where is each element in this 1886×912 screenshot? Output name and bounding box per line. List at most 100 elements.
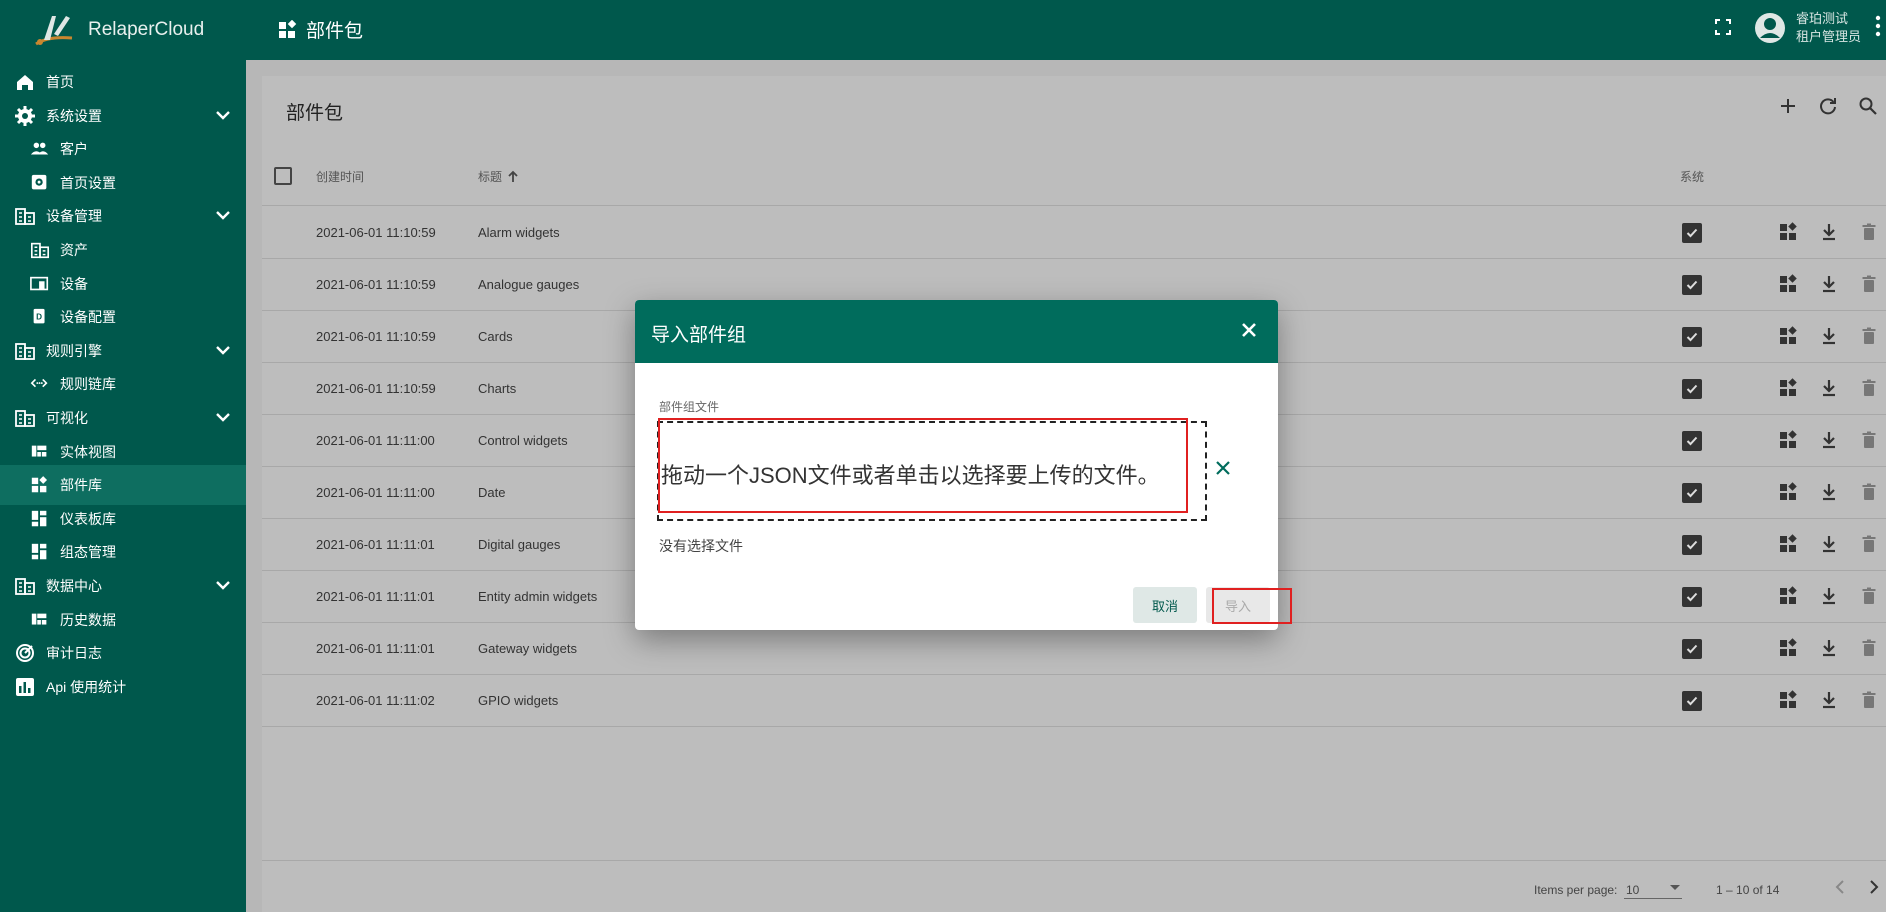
sidebar-item-label: 首页: [46, 74, 74, 90]
open-widgets-icon[interactable]: [1778, 533, 1800, 555]
delete-icon[interactable]: [1858, 481, 1880, 503]
clear-file-icon[interactable]: [1213, 458, 1233, 478]
delete-icon[interactable]: [1858, 637, 1880, 659]
devices-icon: [30, 276, 49, 290]
system-checkbox: [1682, 379, 1702, 399]
home-icon: [17, 75, 33, 90]
table-header: 创建时间 标题 系统: [262, 146, 1886, 206]
open-widgets-icon[interactable]: [1778, 325, 1800, 347]
page-header-title: 部件包: [306, 21, 364, 42]
domain-icon: [14, 340, 36, 362]
delete-icon[interactable]: [1858, 533, 1880, 555]
delete-icon[interactable]: [1858, 273, 1880, 295]
sidebar-item-label: 部件库: [60, 477, 102, 494]
download-icon[interactable]: [1818, 481, 1840, 503]
download-icon[interactable]: [1818, 533, 1840, 555]
page-header: 部件包: [278, 16, 363, 43]
cell-title: Date: [478, 485, 506, 500]
chevron-left-icon[interactable]: [1830, 877, 1850, 897]
column-title[interactable]: 标题: [478, 168, 520, 185]
download-icon[interactable]: [1818, 689, 1840, 711]
sidebar-item-label: 实体视图: [60, 443, 116, 460]
system-checkbox: [1682, 639, 1702, 659]
cell-created: 2021-06-01 11:11:02: [316, 693, 435, 708]
import-widget-bundle-dialog: 导入部件组 部件组文件 拖动一个JSON文件或者单击以选择要上传的文件。 没有选…: [635, 300, 1278, 630]
device-profile-icon: D: [33, 309, 45, 324]
cell-created: 2021-06-01 11:11:00: [316, 433, 435, 448]
logo-mark-icon: [35, 16, 73, 46]
track-changes-icon: [14, 642, 36, 664]
chevron-down-icon[interactable]: [212, 574, 234, 596]
open-widgets-icon[interactable]: [1778, 481, 1800, 503]
check-icon: [1686, 488, 1698, 498]
domain-icon: [14, 205, 36, 227]
delete-icon[interactable]: [1858, 221, 1880, 243]
page-range: 1 – 10 of 14: [1716, 883, 1780, 897]
table-row[interactable]: 2021-06-01 11:10:59 Alarm widgets: [262, 207, 1886, 259]
delete-icon[interactable]: [1858, 325, 1880, 347]
gear-icon: [15, 105, 35, 126]
open-widgets-icon[interactable]: [1778, 221, 1800, 243]
delete-icon[interactable]: [1858, 429, 1880, 451]
user-info[interactable]: 睿珀测试 租户管理员: [1796, 10, 1861, 46]
table-row[interactable]: 2021-06-01 11:11:01 Gateway widgets: [262, 623, 1886, 675]
sidebar-item-label: 资产: [60, 242, 88, 258]
delete-icon[interactable]: [1858, 585, 1880, 607]
more-vert-icon[interactable]: [1874, 14, 1882, 38]
cell-title: Charts: [478, 381, 517, 396]
select-all-checkbox[interactable]: [274, 167, 292, 185]
cell-created: 2021-06-01 11:10:59: [316, 277, 436, 292]
fullscreen-icon[interactable]: [1714, 18, 1732, 36]
download-icon[interactable]: [1818, 325, 1840, 347]
view-quilt-icon: [30, 442, 50, 462]
sidebar-item-label: Api 使用统计: [46, 678, 127, 695]
sidebar-item-label: 客户: [60, 141, 88, 158]
chevron-down-icon[interactable]: [212, 406, 234, 428]
download-icon[interactable]: [1818, 585, 1840, 607]
chevron-down-icon[interactable]: [212, 104, 234, 126]
open-widgets-icon[interactable]: [1778, 585, 1800, 607]
open-widgets-icon[interactable]: [1778, 377, 1800, 399]
chevron-down-icon[interactable]: [212, 339, 234, 361]
cell-created: 2021-06-01 11:11:00: [316, 485, 435, 500]
download-icon[interactable]: [1818, 429, 1840, 451]
chevron-down-icon[interactable]: [212, 204, 234, 226]
user-name: 睿珀测试: [1796, 11, 1849, 26]
download-icon[interactable]: [1818, 273, 1840, 295]
open-widgets-icon[interactable]: [1778, 273, 1800, 295]
open-widgets-icon[interactable]: [1778, 429, 1800, 451]
code-icon: [30, 379, 48, 388]
column-title-label: 标题: [478, 170, 503, 184]
table-row[interactable]: 2021-06-01 11:11:02 GPIO widgets: [262, 675, 1886, 727]
delete-icon[interactable]: [1858, 689, 1880, 711]
open-widgets-icon[interactable]: [1778, 689, 1800, 711]
chevron-right-icon[interactable]: [1864, 877, 1884, 897]
cell-created: 2021-06-01 11:11:01: [316, 537, 435, 552]
cell-title: Cards: [478, 329, 513, 344]
refresh-icon[interactable]: [1818, 96, 1838, 116]
download-icon[interactable]: [1818, 221, 1840, 243]
settings-box-icon: [31, 174, 47, 190]
cell-title: Alarm widgets: [478, 225, 560, 240]
close-icon[interactable]: [1237, 318, 1261, 342]
add-icon[interactable]: [1778, 96, 1798, 116]
cancel-button[interactable]: 取消: [1133, 587, 1197, 623]
download-icon[interactable]: [1818, 637, 1840, 659]
delete-icon[interactable]: [1858, 377, 1880, 399]
open-widgets-icon[interactable]: [1778, 637, 1800, 659]
account-avatar-icon[interactable]: [1754, 12, 1786, 44]
search-icon[interactable]: [1858, 96, 1878, 116]
page-size-select[interactable]: 10: [1624, 879, 1682, 899]
domain-icon: [15, 410, 35, 427]
devices-icon: [30, 274, 50, 294]
sidebar-item[interactable]: Api 使用统计: [0, 667, 246, 707]
drop-zone-text[interactable]: 拖动一个JSON文件或者单击以选择要上传的文件。: [661, 458, 1160, 490]
dashboard-icon: [31, 544, 47, 560]
column-created[interactable]: 创建时间: [316, 168, 364, 185]
no-file-selected-text: 没有选择文件: [659, 538, 743, 554]
sidebar-item-label: 组态管理: [60, 544, 116, 561]
download-icon[interactable]: [1818, 377, 1840, 399]
app-logo[interactable]: RelaperCloud: [28, 8, 248, 52]
check-icon: [1686, 540, 1698, 550]
column-system[interactable]: 系统: [1680, 168, 1704, 185]
